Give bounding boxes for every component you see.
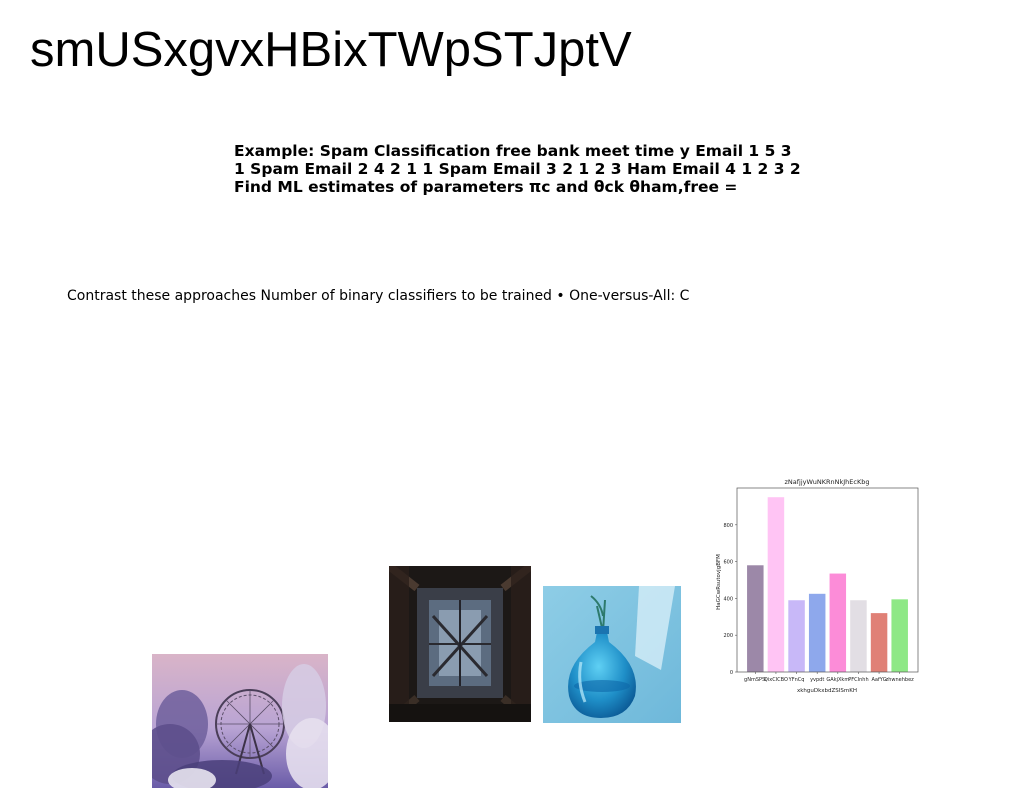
blue-glass-vase-photo xyxy=(543,586,681,723)
contrast-text: Contrast these approaches Number of bina… xyxy=(67,288,690,304)
chart-x-axis-label: xkhguDkxbdZSISmKH xyxy=(797,688,857,694)
example-text-block: Example: Spam Classification free bank m… xyxy=(234,142,834,196)
chart-bar xyxy=(891,599,908,672)
chart-y-tick-label: 800 xyxy=(723,523,733,529)
chart-bar xyxy=(850,600,867,672)
chart-y-tick-label: 200 xyxy=(723,633,733,639)
chart-title: zNafjjyWuNKRnNkJhEcKbg xyxy=(785,478,870,486)
chart-y-tick-label: 600 xyxy=(723,560,733,566)
chart-x-tick-label: AafYG xyxy=(871,677,886,683)
chart-x-tick-label: YFnCq xyxy=(788,677,805,683)
chart-y-tick-label: 400 xyxy=(723,596,733,602)
chart-bar xyxy=(747,565,764,672)
chart-bar xyxy=(808,593,826,672)
chart-plot-frame xyxy=(736,487,919,673)
industrial-ruins-photo xyxy=(389,566,531,722)
page-title: smUSxgvxHBixTWpSTJptV xyxy=(30,23,632,77)
chart-bar xyxy=(767,497,785,672)
chart-x-tick-label: PFCInhh xyxy=(848,677,868,683)
chart-bar xyxy=(829,573,847,672)
ferris-wheel-photo xyxy=(152,654,328,788)
bar-chart-svg: zNafjjyWuNKRnNkJhEcKbg HaGCwRsutovjgBFM … xyxy=(716,478,919,694)
chart-y-axis-label: HaGCwRsutovjgBFM xyxy=(716,554,722,610)
chart-bar xyxy=(870,613,888,672)
example-line: Find ML estimates of parameters πc and θ… xyxy=(234,178,738,196)
chart-x-tick-label: QixCICBO xyxy=(764,677,788,683)
chart-y-tick-label: 0 xyxy=(730,670,733,676)
chart-x-tick-label: zhwnehbez xyxy=(886,677,915,683)
chart-bar xyxy=(788,600,805,672)
bar-chart: zNafjjyWuNKRnNkJhEcKbg HaGCwRsutovjgBFM … xyxy=(712,472,924,698)
example-line: 1 Spam Email 2 4 2 1 1 Spam Email 3 2 1 … xyxy=(234,160,801,178)
example-line: Example: Spam Classification free bank m… xyxy=(234,142,792,160)
chart-x-tick-label: GAkjXkm xyxy=(826,677,849,683)
chart-x-tick-label: yvpdt xyxy=(810,677,824,683)
